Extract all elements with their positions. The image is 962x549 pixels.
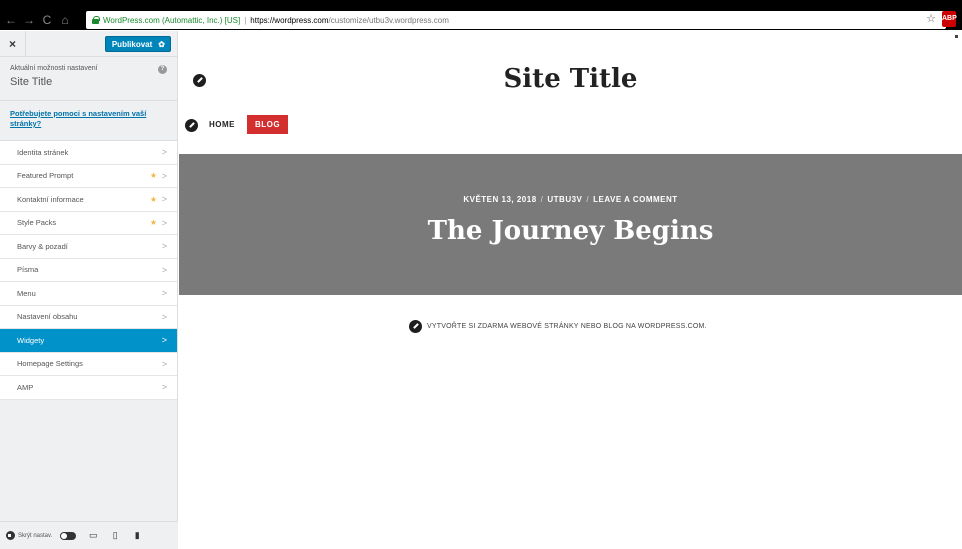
close-button[interactable]: ×	[0, 31, 26, 57]
post-title[interactable]: The Journey Begins	[179, 216, 962, 246]
mobile-preview-icon[interactable]: ▮	[132, 530, 142, 541]
star-icon: ★	[149, 171, 157, 181]
current-site-title: Site Title	[10, 76, 53, 88]
chevron-right-icon: >	[161, 217, 167, 228]
customizer-sidebar: × Publikovat ✿ Aktuální možnosti nastave…	[0, 31, 178, 549]
leave-comment-link[interactable]: LEAVE A COMMENT	[593, 195, 678, 204]
sidebar-item-menu[interactable]: Menu >	[0, 282, 177, 306]
chevron-right-icon: >	[161, 170, 167, 181]
url-path: /customize/utbu3v.wordpress.com	[328, 15, 449, 25]
gear-icon[interactable]: ✿	[158, 40, 165, 49]
tablet-preview-icon[interactable]: ▯	[110, 530, 120, 541]
publish-button[interactable]: Publikovat ✿	[104, 36, 171, 52]
back-icon[interactable]: ←	[4, 13, 18, 27]
chevron-right-icon: >	[161, 288, 167, 299]
chevron-right-icon: >	[161, 147, 167, 158]
site-navigation: HOME BLOG	[209, 115, 289, 134]
reload-icon[interactable]: C	[40, 13, 54, 27]
sidebar-item-identita-str-nek[interactable]: Identita stránek >	[0, 141, 177, 165]
current-settings-label: Aktuální možnosti nastavení	[10, 65, 98, 72]
sidebar-item-featured-prompt[interactable]: Featured Prompt ★ >	[0, 164, 177, 188]
sidebar-item-label: Menu	[17, 288, 36, 298]
chevron-right-icon: >	[161, 194, 167, 205]
hide-controls-icon[interactable]	[6, 531, 15, 540]
address-bar[interactable]: WordPress.com (Automattic, Inc.) [US] | …	[86, 11, 946, 29]
sidebar-footer: Skrýt nastav. ▭ ▯ ▮	[0, 521, 178, 549]
sidebar-item-amp[interactable]: AMP >	[0, 376, 177, 400]
toggle-switch[interactable]	[60, 531, 77, 540]
help-link[interactable]: Potřebujete pomoci s nastavením vaší str…	[10, 109, 167, 129]
chevron-right-icon: >	[161, 264, 167, 275]
site-title[interactable]: Site Title	[179, 64, 962, 94]
url-domain: https://wordpress.com	[250, 15, 329, 25]
help-panel: Potřebujete pomoci s nastavením vaší str…	[0, 101, 177, 141]
secure-label: WordPress.com (Automattic, Inc.) [US]	[103, 15, 241, 25]
post-author[interactable]: UTBU3V	[547, 195, 582, 204]
url-separator: |	[244, 15, 247, 25]
current-settings-panel: Aktuální možnosti nastavení Site Title ?	[0, 57, 177, 101]
sidebar-item-label: Widgety	[17, 335, 45, 345]
chevron-right-icon: >	[161, 241, 167, 252]
post-hero: KVĚTEN 13, 2018/UTBU3V / LEAVE A COMMENT T…	[179, 154, 962, 295]
post-date[interactable]: KVĚTEN 13, 2018	[463, 195, 536, 204]
sidebar-item-label: Písma	[17, 265, 39, 275]
edit-footer-icon[interactable]	[409, 320, 422, 333]
home-icon[interactable]: ⌂	[58, 13, 72, 27]
adblock-extension-icon[interactable]: ABP	[942, 11, 957, 27]
scrollbar-marker	[955, 35, 958, 38]
sidebar-item-label: Kontaktní informace	[17, 194, 84, 204]
sidebar-item-widgety[interactable]: Widgety >	[0, 329, 177, 353]
post-meta: KVĚTEN 13, 2018/UTBU3V / LEAVE A COMMENT	[179, 195, 962, 204]
footer-credit[interactable]: VYTVOŘTE SI ZDARMA WEBOVÉ STRÁNKY NEBO B…	[427, 323, 707, 330]
lock-icon	[92, 16, 100, 24]
sidebar-item-style-packs[interactable]: Style Packs ★ >	[0, 211, 177, 235]
publish-label: Publikovat	[111, 39, 153, 49]
hide-controls-label[interactable]: Skrýt nastav.	[18, 533, 52, 539]
forward-icon[interactable]: →	[22, 13, 36, 27]
sidebar-item-kontaktn-informace[interactable]: Kontaktní informace ★ >	[0, 188, 177, 212]
star-icon: ★	[149, 218, 157, 228]
site-preview: Site Title HOME BLOG KVĚTEN 13, 2018/UTB…	[179, 31, 962, 549]
customizer-menu: Identita stránek > Featured Prompt ★ > Kontak…	[0, 141, 177, 400]
sidebar-item-label: Identita stránek	[17, 147, 69, 157]
sidebar-item-label: Barvy & pozadí	[17, 241, 68, 251]
nav-blog-link[interactable]: BLOG	[247, 115, 289, 134]
sidebar-item-barvy-pozad[interactable]: Barvy & pozadí >	[0, 235, 177, 259]
chrome-top-strip	[0, 0, 962, 10]
desktop-preview-icon[interactable]: ▭	[88, 530, 98, 541]
sidebar-item-label: Style Packs	[17, 218, 57, 228]
sidebar-item-label: AMP	[17, 382, 34, 392]
meta-separator: /	[540, 195, 544, 204]
bookmark-star-icon[interactable]: ☆	[926, 12, 936, 25]
help-icon[interactable]: ?	[158, 65, 167, 74]
chevron-right-icon: >	[161, 382, 167, 393]
sidebar-item-homepage-settings[interactable]: Homepage Settings >	[0, 352, 177, 376]
chevron-right-icon: >	[161, 358, 167, 369]
star-icon: ★	[149, 194, 157, 204]
site-footer: VYTVOŘTE SI ZDARMA WEBOVÉ STRÁNKY NEBO B…	[409, 320, 707, 333]
chevron-right-icon: >	[161, 311, 167, 322]
edit-menu-icon[interactable]	[185, 119, 198, 132]
sidebar-item-nastaven-obsahu[interactable]: Nastavení obsahu >	[0, 305, 177, 329]
sidebar-item-label: Featured Prompt	[17, 171, 74, 181]
chevron-right-icon: >	[161, 335, 167, 346]
sidebar-header: × Publikovat ✿	[0, 31, 177, 57]
browser-chrome: ← → C ⌂ WordPress.com (Automattic, Inc.)…	[0, 0, 962, 30]
nav-home-link[interactable]: HOME	[209, 120, 235, 129]
sidebar-item-label: Homepage Settings	[17, 359, 83, 369]
sidebar-item-p-sma[interactable]: Písma >	[0, 258, 177, 282]
sidebar-item-label: Nastavení obsahu	[17, 312, 78, 322]
meta-separator: /	[586, 195, 590, 204]
